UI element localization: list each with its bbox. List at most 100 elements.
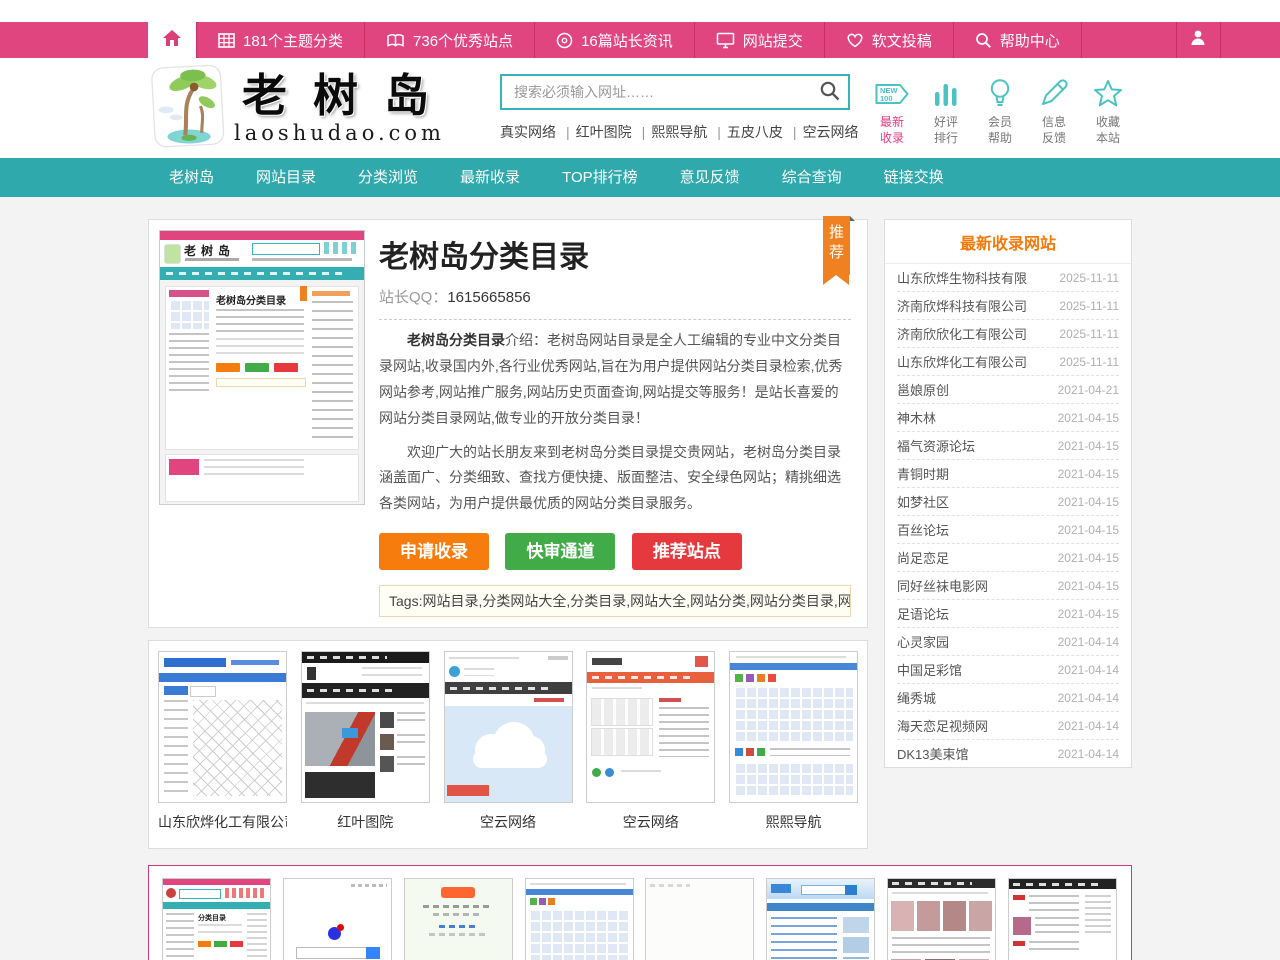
site-caption[interactable]: 熙熙导航 bbox=[729, 812, 858, 832]
thumb-art bbox=[1013, 883, 1103, 886]
nav-item-browse[interactable]: 分类浏览 bbox=[337, 158, 439, 197]
site-thumbnail[interactable]: 搜狗搜索 bbox=[404, 878, 513, 960]
latest-site-row[interactable]: 如梦社区2021-04-15 bbox=[897, 488, 1119, 516]
shortcut-latest-included[interactable]: NEW100 最新收录 bbox=[868, 76, 916, 146]
thumb-art bbox=[247, 913, 267, 960]
nav-item-feedback[interactable]: 意见反馈 bbox=[659, 158, 761, 197]
site-thumbnail[interactable] bbox=[301, 651, 430, 803]
site-caption[interactable]: 红叶图院 bbox=[301, 812, 430, 832]
latest-site-row[interactable]: DK13美束馆2021-04-14 bbox=[897, 740, 1119, 767]
shortcut-bookmark[interactable]: 收藏本站 bbox=[1084, 76, 1132, 146]
topbar-item-sites[interactable]: 736个优秀站点 bbox=[364, 22, 534, 58]
page: 181个主题分类 736个优秀站点 16篇站长资讯 网站提交 软文投稿 帮助中心 bbox=[0, 0, 1280, 960]
thumb-art bbox=[735, 674, 743, 682]
site-thumbnail[interactable]: 360搜索 bbox=[645, 878, 754, 960]
topbar-item-label: 网站提交 bbox=[743, 30, 803, 51]
quick-link[interactable]: 空云网络 bbox=[803, 124, 859, 140]
latest-site-row[interactable]: 福气资源论坛2021-04-15 bbox=[897, 432, 1119, 460]
site-name: 足语论坛 bbox=[897, 604, 949, 623]
latest-site-row[interactable]: 济南欣烨科技有限公司2025-11-11 bbox=[897, 292, 1119, 320]
latest-site-row[interactable]: 同好丝袜电影网2021-04-15 bbox=[897, 572, 1119, 600]
quick-link[interactable]: 五皮八皮 bbox=[727, 124, 783, 140]
site-date: 2021-04-15 bbox=[1058, 411, 1119, 425]
site-caption[interactable]: 空云网络 bbox=[586, 812, 715, 832]
latest-site-row[interactable]: 海天恋足视频网2021-04-14 bbox=[897, 712, 1119, 740]
thumb-art bbox=[307, 656, 387, 659]
latest-site-row[interactable]: 济南欣欣化工有限公司2025-11-11 bbox=[897, 320, 1119, 348]
latest-site-row[interactable]: 心灵家园2021-04-14 bbox=[897, 628, 1119, 656]
thumb-art bbox=[166, 888, 176, 898]
latest-site-row[interactable]: 尚足恋足2021-04-15 bbox=[897, 544, 1119, 572]
thumb-art bbox=[433, 913, 483, 916]
user-icon bbox=[1190, 29, 1206, 51]
home-tab[interactable] bbox=[148, 22, 196, 58]
recommend-site-button[interactable]: 推荐站点 bbox=[632, 533, 742, 570]
shortcut-label: 好评排行 bbox=[932, 114, 960, 146]
quick-link[interactable]: 红叶图院 bbox=[576, 124, 632, 140]
site-logo[interactable]: 老树岛 laoshudao.com bbox=[150, 64, 455, 153]
site-thumbnail[interactable]: 春宵社 bbox=[887, 878, 996, 960]
site-thumbnail[interactable] bbox=[444, 651, 573, 803]
topbar-spacer bbox=[1081, 22, 1176, 58]
latest-site-row[interactable]: 绳秀城2021-04-14 bbox=[897, 684, 1119, 712]
topbar-item-categories[interactable]: 181个主题分类 bbox=[196, 22, 364, 58]
thumb-art: 老树岛分类目录 bbox=[216, 292, 286, 307]
user-button[interactable] bbox=[1176, 22, 1221, 58]
divider bbox=[379, 319, 851, 320]
site-name: 海天恋足视频网 bbox=[897, 716, 988, 735]
site-thumbnail[interactable]: 百度一下，你就知道 bbox=[283, 878, 392, 960]
topbar-item-submit[interactable]: 网站提交 bbox=[694, 22, 824, 58]
latest-site-row[interactable]: 中国足彩馆2021-04-14 bbox=[897, 656, 1119, 684]
shortcut-top-rated[interactable]: 好评排行 bbox=[922, 76, 970, 146]
palm-tree-logo-icon bbox=[150, 64, 228, 153]
intro-lead: 老树岛分类目录 bbox=[407, 332, 505, 348]
topbar-item-news[interactable]: 16篇站长资讯 bbox=[534, 22, 694, 58]
latest-site-row[interactable]: 足语论坛 2021-04-15 bbox=[897, 600, 1119, 628]
site-date: 2021-04-15 bbox=[1058, 551, 1119, 565]
topbar-item-article[interactable]: 软文投稿 bbox=[824, 22, 953, 58]
search-button[interactable] bbox=[816, 79, 844, 105]
thumb-art bbox=[216, 363, 240, 372]
nav-item-query[interactable]: 综合查询 bbox=[761, 158, 863, 197]
thumb-art: 分类目录 bbox=[198, 913, 226, 923]
nav-item-top[interactable]: TOP排行榜 bbox=[541, 158, 659, 197]
latest-site-row[interactable]: 山东欣烨生物科技有限2025-11-11 bbox=[897, 264, 1119, 292]
site-caption[interactable]: 山东欣烨化工有限公司 bbox=[158, 812, 287, 832]
site-caption[interactable]: 空云网络 bbox=[444, 812, 573, 832]
search-input[interactable] bbox=[502, 76, 848, 108]
site-thumbnail[interactable]: 分类目录 老树岛 bbox=[162, 878, 271, 960]
latest-site-row[interactable]: 神木林2021-04-15 bbox=[897, 404, 1119, 432]
nav-item-latest[interactable]: 最新收录 bbox=[439, 158, 541, 197]
site-preview-thumbnail[interactable]: 老树岛 老树岛分类目录 bbox=[159, 230, 365, 505]
site-date: 2021-04-15 bbox=[1058, 607, 1119, 621]
nav-item-directory[interactable]: 网站目录 bbox=[235, 158, 337, 197]
search-icon bbox=[975, 32, 992, 49]
quick-link[interactable]: 真实网络 bbox=[500, 124, 556, 140]
latest-site-row[interactable]: 邕娘原创2021-04-21 bbox=[897, 376, 1119, 404]
monitor-icon bbox=[716, 32, 735, 49]
nav-item-home[interactable]: 老树岛 bbox=[148, 158, 235, 197]
site-thumbnail[interactable]: b2b网航 bbox=[766, 878, 875, 960]
shortcut-member-help[interactable]: 会员帮助 bbox=[976, 76, 1024, 146]
thumb-art bbox=[548, 656, 568, 660]
topbar-item-label: 181个主题分类 bbox=[243, 30, 343, 51]
fast-review-button[interactable]: 快审通道 bbox=[505, 533, 615, 570]
nav-item-links[interactable]: 链接交换 bbox=[863, 158, 965, 197]
topbar-item-label: 736个优秀站点 bbox=[413, 30, 513, 51]
site-thumbnail[interactable]: 熙熙导航 bbox=[525, 878, 634, 960]
site-thumbnail[interactable] bbox=[586, 651, 715, 803]
quick-link[interactable]: 熙熙导航 bbox=[651, 124, 707, 140]
thumb-art bbox=[767, 903, 874, 911]
site-thumbnail[interactable]: 米特哥说 bbox=[1008, 878, 1117, 960]
thumb-art bbox=[179, 889, 221, 899]
topbar-item-help[interactable]: 帮助中心 bbox=[953, 22, 1081, 58]
apply-inclusion-button[interactable]: 申请收录 bbox=[379, 533, 489, 570]
search-box bbox=[500, 74, 850, 110]
latest-site-row[interactable]: 百丝论坛2021-04-15 bbox=[897, 516, 1119, 544]
latest-site-row[interactable]: 山东欣烨化工有限公司2025-11-11 bbox=[897, 348, 1119, 376]
site-thumbnail[interactable] bbox=[158, 651, 287, 803]
header-shortcuts: NEW100 最新收录 好评排行 会员帮助 信息反馈 收藏本站 bbox=[868, 76, 1132, 146]
shortcut-feedback[interactable]: 信息反馈 bbox=[1030, 76, 1078, 146]
site-thumbnail[interactable] bbox=[729, 651, 858, 803]
latest-site-row[interactable]: 青铜时期2021-04-15 bbox=[897, 460, 1119, 488]
